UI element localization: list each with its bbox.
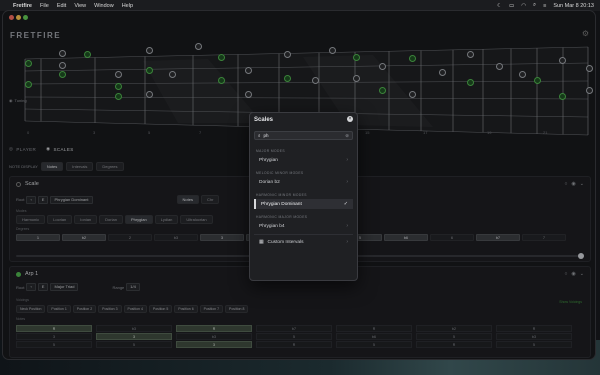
menu-app-name[interactable]: Fretfire — [13, 3, 32, 9]
scales-search-input[interactable]: ⌕ ph ⊗ — [254, 131, 353, 140]
grid-icon: ▦ — [259, 239, 264, 245]
group-melodic-minor-modes: MELODIC MINOR MODES — [256, 171, 304, 175]
menu-help[interactable]: Help — [122, 3, 133, 9]
close-icon[interactable]: × — [347, 116, 353, 122]
wifi-icon[interactable]: ◠ — [521, 3, 526, 9]
search-icon[interactable]: ⌕ — [533, 2, 536, 9]
clear-search-icon[interactable]: ⊗ — [345, 133, 349, 139]
search-icon: ⌕ — [258, 133, 261, 138]
scales-modal: Scales × ⌕ ph ⊗ MAJOR MODES Phrygian › ME… — [249, 112, 358, 281]
moon-icon[interactable]: ☾ — [497, 3, 502, 9]
menu-window[interactable]: Window — [94, 3, 114, 9]
group-major-modes: MAJOR MODES — [256, 149, 285, 153]
scale-item-label: Phrygian Dominant — [261, 201, 302, 207]
custom-intervals-label: Custom Intervals — [267, 239, 304, 245]
chevron-right-icon: › — [346, 223, 348, 229]
menu-clock[interactable]: Sun Mar 8 20:13 — [553, 3, 594, 9]
group-harmonic-major-modes: HARMONIC MAJOR MODES — [256, 215, 308, 219]
app-window: FRETFIRE ⚙ ◉ Tuning 035791215171921 ◎PLA… — [3, 11, 595, 359]
scale-item-phrygian[interactable]: Phrygian › — [254, 155, 353, 165]
custom-intervals-item[interactable]: ▦ Custom Intervals › — [254, 237, 353, 247]
chevron-right-icon: › — [346, 239, 348, 245]
modal-divider — [254, 234, 353, 235]
battery-icon[interactable]: ▭ — [509, 3, 514, 9]
scale-item-label: Phrygian — [259, 157, 278, 163]
scales-search-value: ph — [263, 133, 269, 138]
menu-bar: Fretfire File Edit View Window Help ☾ ▭ … — [0, 0, 600, 11]
group-harmonic-minor-modes: HARMONIC MINOR MODES — [256, 193, 307, 197]
scale-item-label: Phrygian b4 — [259, 223, 285, 229]
scale-item-phrygian-b4[interactable]: Phrygian b4 › — [254, 221, 353, 231]
menu-edit[interactable]: Edit — [57, 3, 66, 9]
scale-item-phrygian-dominant[interactable]: Phrygian Dominant ✓ — [254, 199, 353, 209]
menu-view[interactable]: View — [74, 3, 86, 9]
chevron-right-icon: › — [346, 157, 348, 163]
scale-item-label: Dorian b2 — [259, 179, 280, 185]
checkmark-icon: ✓ — [343, 201, 348, 207]
menu-file[interactable]: File — [40, 3, 49, 9]
control-center-icon[interactable]: ≡ — [543, 3, 546, 9]
scales-modal-title: Scales — [254, 117, 274, 123]
scale-item-dorian-b2[interactable]: Dorian b2 › — [254, 177, 353, 187]
chevron-right-icon: › — [346, 179, 348, 185]
